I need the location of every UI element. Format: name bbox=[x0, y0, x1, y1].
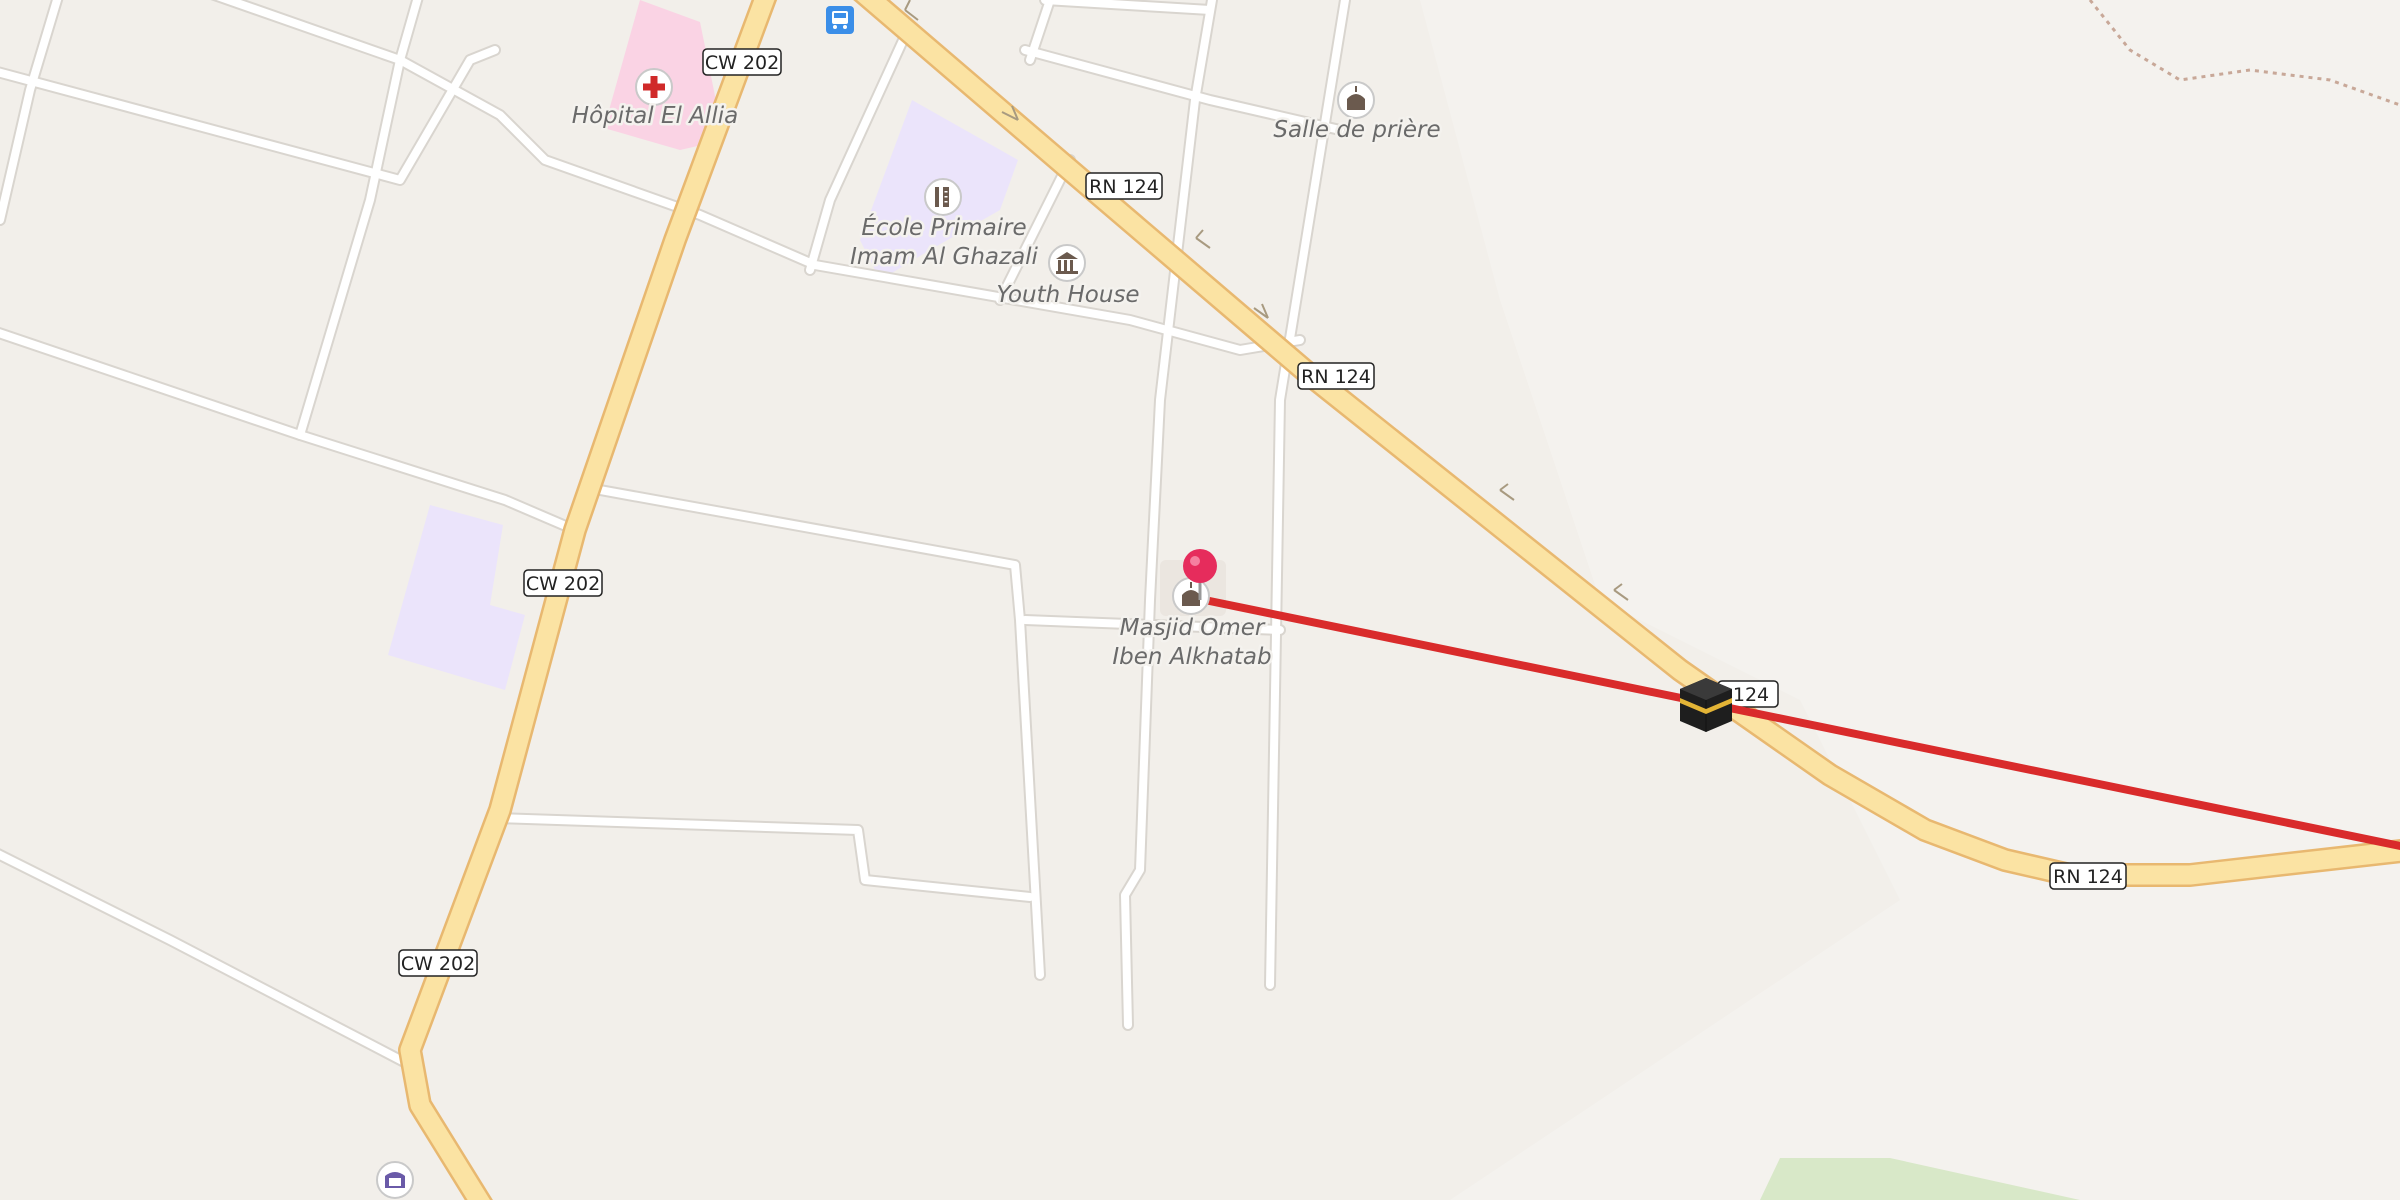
poi-label: Iben Alkhatab bbox=[1112, 644, 1271, 670]
kaaba-icon[interactable] bbox=[1680, 678, 1732, 732]
mosque-icon bbox=[1172, 577, 1210, 615]
map-canvas[interactable]: CW 202 CW 202 CW 202 RN 124 RN 124 124 R… bbox=[0, 0, 2400, 1200]
road-shield-label: RN 124 bbox=[1301, 366, 1371, 388]
road-shield-label: RN 124 bbox=[1089, 176, 1159, 198]
poi-label: Hôpital El Allia bbox=[572, 103, 738, 129]
poi-label: Imam Al Ghazali bbox=[850, 244, 1038, 270]
road-shield: RN 124 bbox=[1085, 172, 1163, 200]
road-shield-label: CW 202 bbox=[526, 573, 600, 595]
road-shield: CW 202 bbox=[398, 949, 478, 977]
poi-label: Salle de prière bbox=[1273, 117, 1440, 143]
road-shield: RN 124 bbox=[1297, 362, 1375, 390]
bus-stop-icon[interactable] bbox=[826, 6, 854, 34]
road-shield-label: RN 124 bbox=[2053, 866, 2123, 888]
road-shield-label: CW 202 bbox=[401, 953, 475, 975]
townhall-icon bbox=[1048, 244, 1086, 282]
road-shield-label: 124 bbox=[1733, 684, 1769, 706]
hospital-cross-icon bbox=[635, 68, 673, 106]
road-shield: CW 202 bbox=[702, 48, 782, 76]
road-shield-label: CW 202 bbox=[705, 52, 779, 74]
school-icon bbox=[924, 178, 962, 216]
road-shield: CW 202 bbox=[523, 569, 603, 597]
poi-label: Youth House bbox=[996, 282, 1139, 308]
poi-label: Masjid Omer bbox=[1120, 615, 1266, 641]
poi-label: École Primaire bbox=[861, 213, 1026, 241]
theatre-icon[interactable] bbox=[376, 1161, 414, 1199]
road-shield: RN 124 bbox=[2049, 862, 2127, 890]
mosque-icon bbox=[1337, 81, 1375, 119]
